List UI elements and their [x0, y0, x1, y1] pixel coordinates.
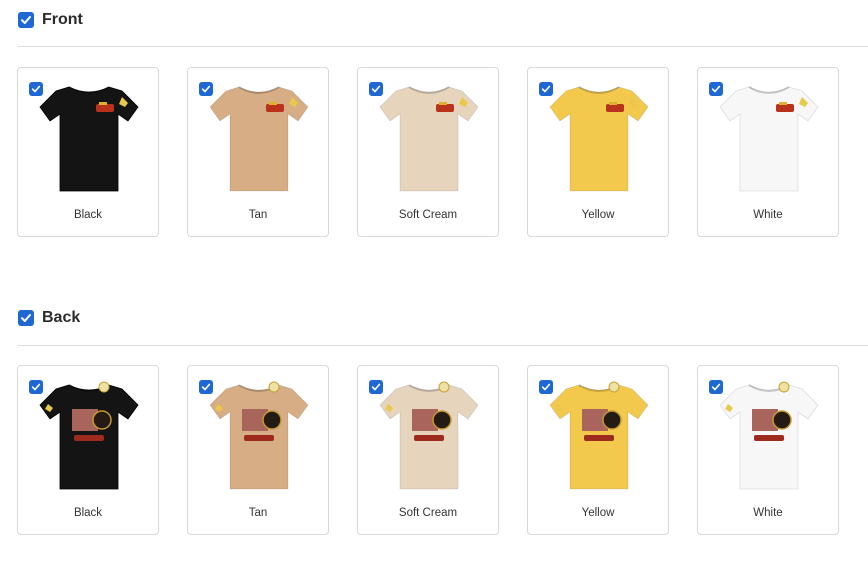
back-section-title: Back	[42, 309, 81, 326]
tshirt-image	[379, 381, 479, 490]
front-section-checkbox[interactable]	[18, 12, 34, 28]
tshirt-image	[39, 86, 139, 192]
front-section-header: Front	[18, 11, 83, 29]
tshirt-image	[209, 381, 309, 490]
back-variant-card[interactable]: Yellow	[527, 365, 669, 535]
variant-label: Black	[73, 209, 103, 221]
variant-label: Tan	[248, 507, 268, 519]
back-divider	[18, 345, 868, 346]
tshirt-image	[39, 381, 139, 490]
back-variant-card[interactable]: Soft Cream	[357, 365, 499, 535]
back-variant-card[interactable]: Black	[17, 365, 159, 535]
tshirt-image	[209, 86, 309, 192]
variant-label: Black	[73, 507, 103, 519]
back-variant-card[interactable]: White	[697, 365, 839, 535]
variant-label: White	[753, 507, 783, 519]
checkmark-icon	[21, 16, 31, 24]
variant-label: Yellow	[581, 507, 615, 519]
variant-label: Tan	[248, 209, 268, 221]
variant-label: Soft Cream	[398, 209, 458, 221]
variant-label: Yellow	[581, 209, 615, 221]
chest-print	[606, 104, 624, 112]
back-variant-card[interactable]: Tan	[187, 365, 329, 535]
tshirt-image	[549, 381, 649, 490]
back-variant-row: Black Tan Soft Cream Yellow White	[17, 365, 839, 535]
checkmark-icon	[21, 314, 31, 322]
front-variant-row: Black Tan Soft Cream Yellow White	[17, 67, 839, 237]
chest-print	[776, 104, 794, 112]
tshirt-image	[719, 86, 819, 192]
front-variant-card[interactable]: Yellow	[527, 67, 669, 237]
front-variant-card[interactable]: Tan	[187, 67, 329, 237]
front-section-title: Front	[42, 11, 83, 28]
front-variant-card[interactable]: Soft Cream	[357, 67, 499, 237]
chest-print	[96, 104, 114, 112]
front-variant-card[interactable]: Black	[17, 67, 159, 237]
tshirt-image	[549, 86, 649, 192]
front-divider	[18, 46, 868, 47]
front-variant-card[interactable]: White	[697, 67, 839, 237]
chest-print	[266, 104, 284, 112]
back-section-checkbox[interactable]	[18, 310, 34, 326]
chest-print	[436, 104, 454, 112]
tshirt-image	[719, 381, 819, 490]
variant-label: White	[753, 209, 783, 221]
back-section-header: Back	[18, 309, 80, 327]
variant-label: Soft Cream	[398, 507, 458, 519]
tshirt-image	[379, 86, 479, 192]
